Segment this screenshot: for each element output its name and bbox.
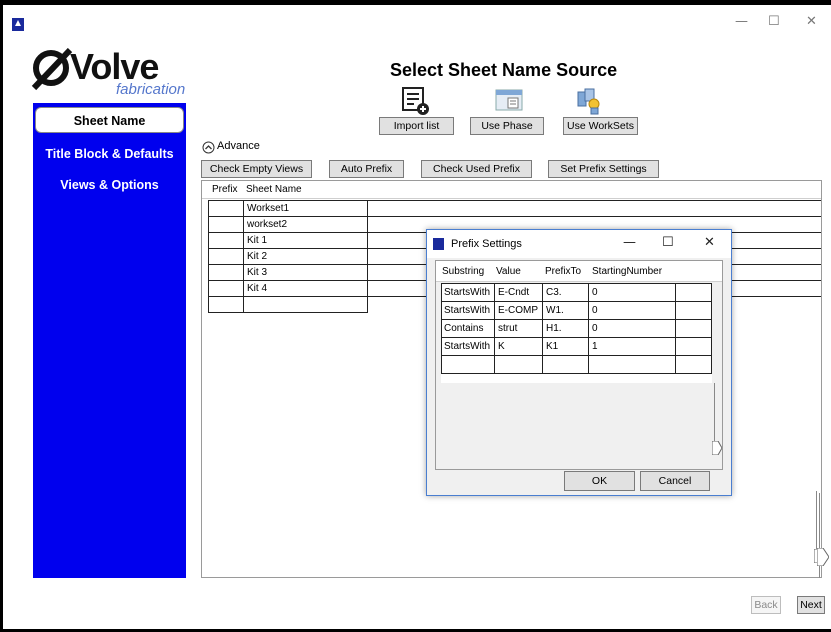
- use-worksets-button[interactable]: Use WorkSets: [563, 117, 638, 135]
- dialog-header-divider: [436, 281, 722, 282]
- dialog-table-body: StartsWith E-Cndt C3. 0 StartsWith E-COM…: [441, 283, 712, 383]
- dialog-cancel-button[interactable]: Cancel: [640, 471, 710, 491]
- dialog-column-prefixto[interactable]: PrefixTo: [542, 263, 581, 280]
- use-phase-button[interactable]: Use Phase: [470, 117, 544, 135]
- row-border: [208, 216, 821, 217]
- minimize-button[interactable]: —: [735, 14, 748, 30]
- column-header-prefix[interactable]: Prefix: [209, 182, 238, 197]
- dialog-cell-value[interactable]: K: [495, 338, 505, 355]
- row-border: [208, 200, 821, 201]
- set-prefix-settings-button[interactable]: Set Prefix Settings: [548, 160, 659, 178]
- col-border: [675, 283, 676, 374]
- dialog-cell-value[interactable]: strut: [495, 320, 517, 337]
- table-row-sheet-cell[interactable]: Kit 3: [244, 265, 267, 280]
- row-border: [208, 312, 368, 313]
- dialog-column-startingnumber[interactable]: StartingNumber: [589, 263, 662, 280]
- dialog-scroll-thumb-icon[interactable]: [712, 441, 722, 455]
- maximize-button[interactable]: ☐: [768, 14, 780, 30]
- row-border: [441, 355, 712, 356]
- dialog-cell-substring[interactable]: StartsWith: [441, 338, 490, 355]
- header-divider: [202, 198, 821, 199]
- table-row-sheet-cell[interactable]: Kit 1: [244, 233, 267, 248]
- main-scroll-thumb-icon[interactable]: [817, 548, 829, 566]
- dialog-maximize-button[interactable]: ☐: [662, 235, 674, 250]
- table-row-sheet-cell[interactable]: Kit 4: [244, 281, 267, 296]
- advance-label[interactable]: Advance: [217, 140, 260, 152]
- dialog-cell-substring[interactable]: StartsWith: [441, 302, 490, 319]
- dialog-title-bar: Prefix Settings — ☐ ✕: [427, 230, 731, 258]
- volve-logo: Volve fabrication: [30, 46, 190, 108]
- col-border: [711, 283, 712, 374]
- dialog-cell-prefixto[interactable]: C3.: [543, 284, 562, 301]
- dialog-cell-startingnumber[interactable]: 1: [589, 338, 598, 355]
- next-button[interactable]: Next: [797, 596, 825, 614]
- import-list-icon: [402, 87, 429, 115]
- advance-expander-icon[interactable]: [202, 141, 215, 154]
- dialog-ok-button[interactable]: OK: [564, 471, 635, 491]
- dialog-title: Prefix Settings: [451, 238, 522, 250]
- dialog-cell-prefixto[interactable]: K1: [543, 338, 558, 355]
- row-border: [441, 373, 712, 374]
- sidebar: Sheet Name Title Block & Defaults Views …: [33, 103, 186, 578]
- table-row-sheet-cell[interactable]: Kit 2: [244, 249, 267, 264]
- dialog-cell-startingnumber[interactable]: 0: [589, 320, 598, 337]
- use-phase-icon: [495, 89, 523, 111]
- dialog-app-icon: [433, 238, 444, 250]
- table-row-sheet-cell[interactable]: workset2: [244, 217, 287, 232]
- dialog-minimize-button[interactable]: —: [623, 235, 636, 250]
- import-list-button[interactable]: Import list: [379, 117, 454, 135]
- dialog-cell-substring[interactable]: StartsWith: [441, 284, 490, 301]
- dialog-close-button[interactable]: ✕: [704, 235, 715, 250]
- col-border: [208, 200, 209, 313]
- sidebar-item-views-options[interactable]: Views & Options: [33, 178, 186, 192]
- logo-subtitle: fabrication: [116, 81, 186, 98]
- dialog-cell-prefixto[interactable]: H1.: [543, 320, 562, 337]
- check-empty-views-button[interactable]: Check Empty Views: [201, 160, 312, 178]
- sidebar-item-title-block-defaults[interactable]: Title Block & Defaults: [33, 147, 186, 161]
- dialog-column-value[interactable]: Value: [493, 263, 521, 280]
- prefix-settings-grid[interactable]: Substring Value PrefixTo StartingNumber …: [435, 260, 723, 470]
- back-button[interactable]: Back: [751, 596, 781, 614]
- auto-prefix-button[interactable]: Auto Prefix: [329, 160, 404, 178]
- dialog-cell-value[interactable]: E-COMP: [495, 302, 538, 319]
- dialog-cell-startingnumber[interactable]: 0: [589, 284, 598, 301]
- dialog-cell-value[interactable]: E-Cndt: [495, 284, 529, 301]
- col-border: [367, 200, 368, 313]
- prefix-settings-dialog: Prefix Settings — ☐ ✕ Substring Value Pr…: [426, 229, 732, 496]
- check-used-prefix-button[interactable]: Check Used Prefix: [421, 160, 532, 178]
- sidebar-item-sheet-name[interactable]: Sheet Name: [35, 107, 184, 133]
- dialog-cell-substring[interactable]: Contains: [441, 320, 483, 337]
- page-title: Select Sheet Name Source: [390, 60, 618, 80]
- table-row-sheet-cell[interactable]: Workset1: [244, 201, 289, 216]
- column-header-sheet-name[interactable]: Sheet Name: [243, 182, 302, 197]
- app-icon: [12, 18, 24, 31]
- dialog-cell-startingnumber[interactable]: 0: [589, 302, 598, 319]
- use-worksets-icon: [577, 88, 600, 115]
- close-button[interactable]: ✕: [806, 14, 817, 30]
- dialog-cell-prefixto[interactable]: W1.: [543, 302, 564, 319]
- dialog-column-substring[interactable]: Substring: [439, 263, 484, 280]
